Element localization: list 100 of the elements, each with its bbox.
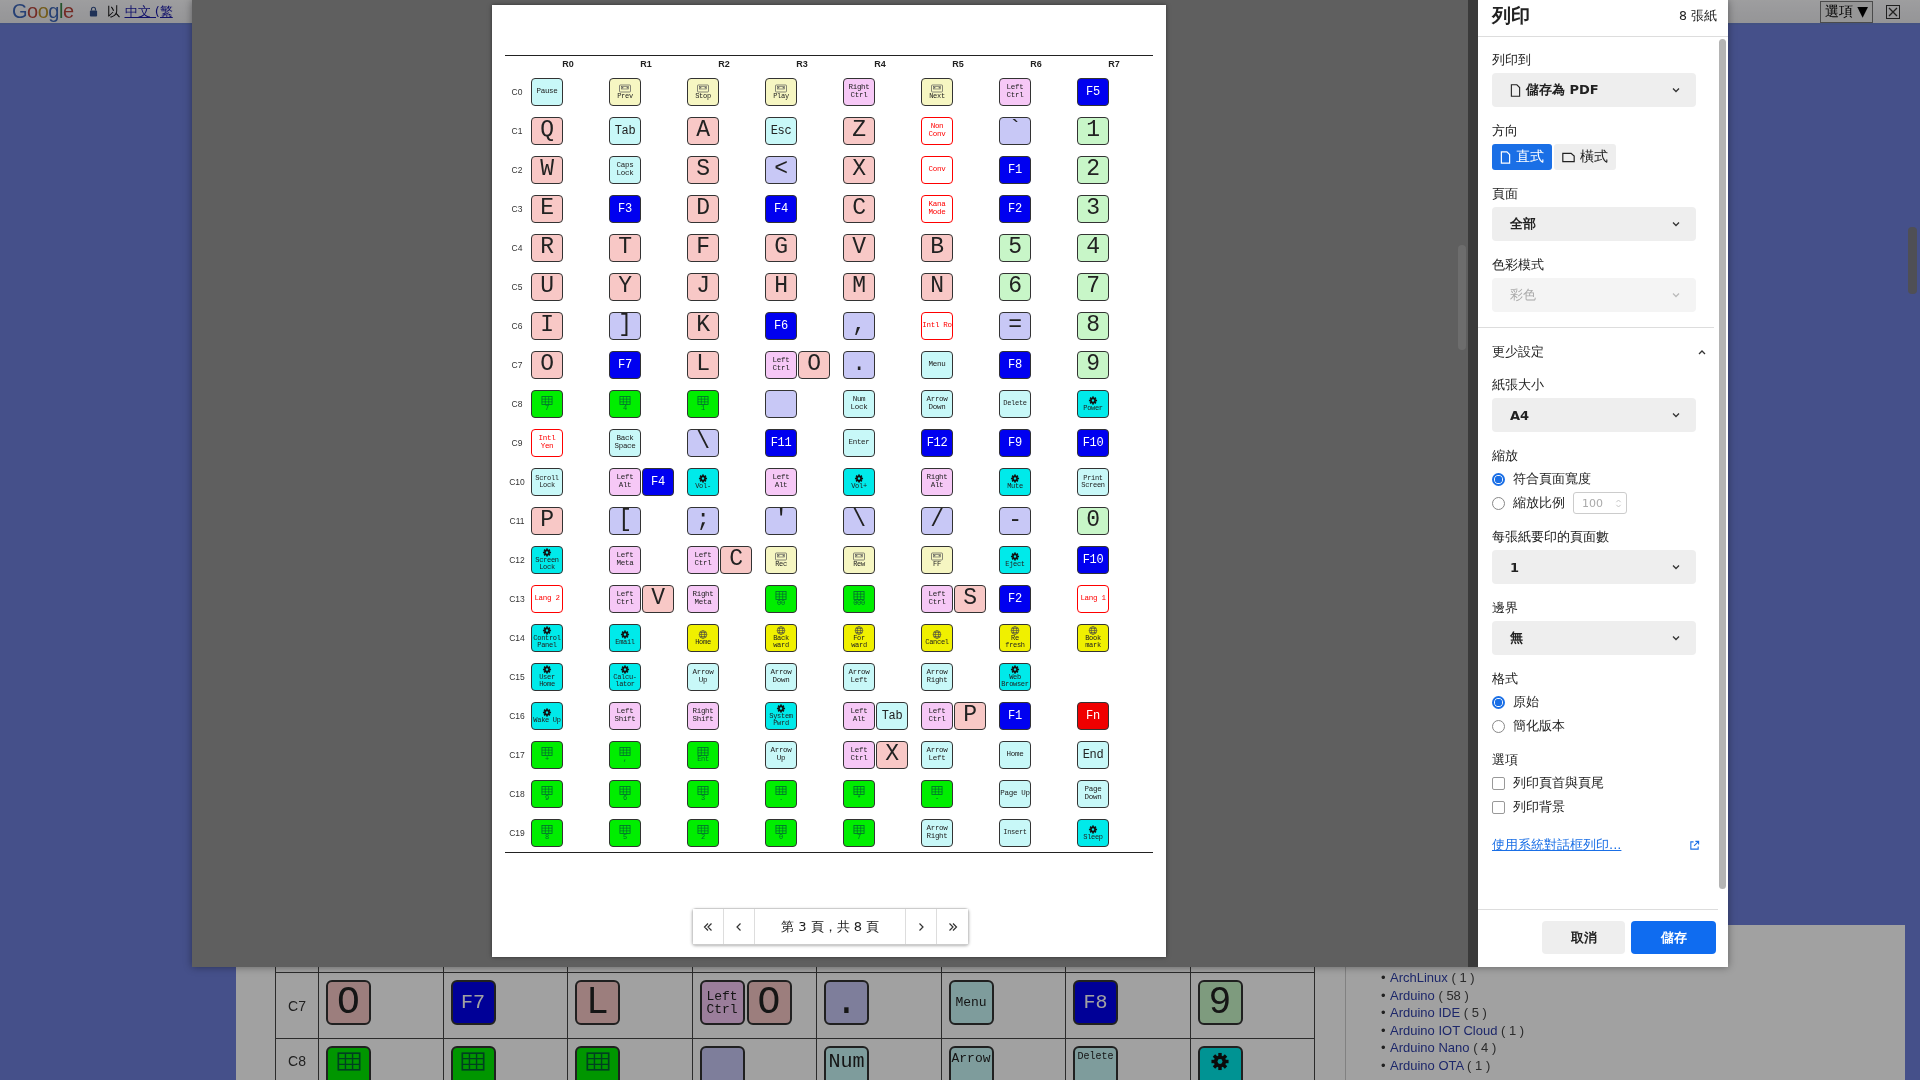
- keycap: [765, 389, 797, 418]
- key-label: 8: [1086, 314, 1100, 337]
- scrollbar-thumb[interactable]: [1719, 39, 1726, 889]
- cancel-button[interactable]: 取消: [1542, 921, 1625, 954]
- grid-icon: [541, 395, 553, 405]
- key-label: F4: [774, 202, 788, 215]
- section-label: 每張紙要印的頁面數: [1492, 528, 1610, 545]
- key-label: ;: [696, 509, 710, 532]
- key-label: -: [1008, 509, 1022, 532]
- orientation-button[interactable]: 直式: [1492, 144, 1552, 170]
- scrollbar-thumb[interactable]: [1908, 227, 1917, 294]
- radio-button[interactable]: [1492, 695, 1505, 709]
- section-label: 選項: [1492, 751, 1519, 768]
- bullet: •: [1381, 1004, 1387, 1022]
- key-label: F3: [618, 202, 632, 215]
- cassette-icon: [931, 551, 943, 561]
- grid-icon: [931, 785, 943, 795]
- section-label: 紙張大小: [1492, 376, 1545, 393]
- orientation-button[interactable]: 橫式: [1554, 144, 1616, 170]
- key-label: 4: [1086, 236, 1100, 259]
- option-label: 原始: [1513, 693, 1539, 711]
- key-label: 9: [1208, 983, 1232, 1022]
- key-label: I: [540, 314, 554, 337]
- checkbox[interactable]: [1492, 776, 1505, 790]
- key-label: Y: [618, 275, 632, 298]
- category-link[interactable]: Arduino OTA: [1390, 1057, 1464, 1073]
- key-label: F1: [1008, 709, 1022, 722]
- section-label: 列印到: [1492, 51, 1532, 68]
- category-count: ( 5 ): [1463, 1005, 1487, 1020]
- grid-icon: [775, 590, 787, 600]
- close-icon[interactable]: [1886, 4, 1900, 19]
- key-label: F1: [1008, 163, 1022, 176]
- globe-icon: [697, 629, 709, 639]
- key-label: 9: [1086, 353, 1100, 376]
- section-label: 格式: [1492, 670, 1519, 687]
- key-label: O: [807, 353, 821, 376]
- key-label: F6: [774, 319, 788, 332]
- key-label: Fn: [1086, 709, 1100, 722]
- dropdown[interactable]: 儲存為 PDF: [1492, 73, 1696, 107]
- dropdown[interactable]: 1: [1492, 550, 1696, 584]
- checkbox[interactable]: [1492, 800, 1505, 814]
- key-label: F4: [651, 475, 665, 488]
- row-label: C5: [511, 281, 523, 292]
- key-label: P: [963, 704, 977, 727]
- key-label: F11: [770, 436, 792, 449]
- options-button[interactable]: 選項 ▼: [1819, 0, 1873, 23]
- dropdown[interactable]: A4: [1492, 398, 1696, 432]
- key-label: V: [852, 236, 866, 259]
- key-label: F2: [1008, 202, 1022, 215]
- radio-button[interactable]: [1492, 719, 1505, 733]
- category-link[interactable]: Arduino IDE: [1390, 1005, 1461, 1020]
- sheet-count: 8 張紙: [1679, 7, 1717, 25]
- category-count: ( 4 ): [1473, 1040, 1497, 1055]
- key-label: O: [540, 353, 554, 376]
- radio-button[interactable]: [1492, 496, 1505, 510]
- category-link[interactable]: Arduino: [1390, 987, 1435, 1003]
- grid-icon: [697, 785, 709, 795]
- cassette-icon: [775, 551, 787, 561]
- key-label: .: [852, 353, 866, 376]
- key-label: A: [696, 119, 710, 142]
- column-header: R3: [796, 59, 808, 69]
- grid-icon: [619, 785, 631, 795]
- bullet: •: [1381, 1039, 1387, 1057]
- last-page-button[interactable]: [937, 909, 969, 944]
- key-label: Delete: [1077, 1052, 1114, 1062]
- key-label: V: [651, 587, 665, 610]
- translate-prefix: 以: [106, 2, 120, 21]
- dropdown[interactable]: 無: [1492, 621, 1696, 655]
- grid-icon: [853, 590, 865, 600]
- bullet: •: [1381, 1021, 1387, 1039]
- key-label: Tab: [881, 709, 903, 722]
- document-icon: [1510, 83, 1521, 97]
- column-header: R5: [952, 59, 964, 69]
- document-icon: [1500, 150, 1511, 164]
- key-label: Tab: [614, 124, 636, 137]
- grid-icon: [697, 824, 709, 834]
- dropdown[interactable]: 全部: [1492, 207, 1696, 241]
- radio-button[interactable]: [1492, 472, 1505, 486]
- first-page-button[interactable]: [693, 909, 724, 944]
- globe-icon: [1009, 626, 1021, 635]
- key-label: Q: [540, 119, 554, 142]
- previous-page-button[interactable]: [724, 909, 755, 944]
- key-label: W: [540, 158, 554, 181]
- language-link[interactable]: 中文 (繁: [124, 2, 173, 21]
- more-settings-toggle[interactable]: 更少設定: [1478, 327, 1714, 361]
- key-label: T: [618, 236, 632, 259]
- grid-icon: [697, 395, 709, 405]
- category-link[interactable]: Arduino IOT Cloud: [1390, 1022, 1498, 1038]
- gear-icon: [1087, 395, 1099, 405]
- category-link[interactable]: ArchLinux: [1390, 970, 1448, 985]
- key-label: F7: [618, 358, 632, 371]
- cassette-icon: [619, 83, 631, 93]
- column-header: R6: [1030, 59, 1042, 69]
- system-dialog-link[interactable]: 使用系統對話框列印...: [1492, 836, 1622, 854]
- key-label: B: [930, 236, 944, 259]
- grid-icon: [697, 746, 709, 756]
- save-button[interactable]: 儲存: [1631, 921, 1716, 954]
- category-link[interactable]: Arduino Nano: [1390, 1040, 1470, 1055]
- gear-icon: [697, 473, 709, 483]
- key-label: <: [774, 158, 788, 181]
